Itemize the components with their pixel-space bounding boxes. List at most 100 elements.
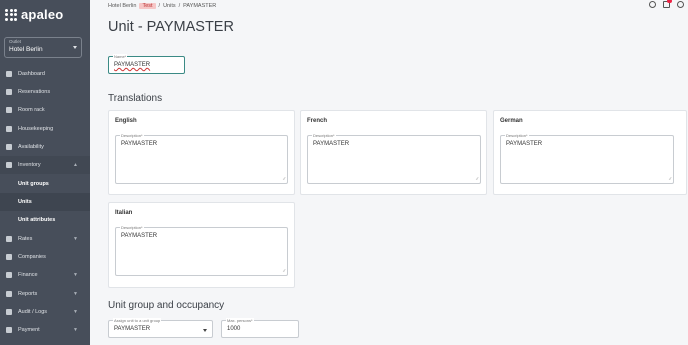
sidebar-item-label: Rates [18, 236, 33, 242]
sidebar-item-label: Unit groups [18, 181, 49, 187]
description-label: Description* [120, 133, 144, 138]
reservations-icon [6, 89, 12, 95]
companies-icon [6, 254, 12, 260]
sidebar-item-label: Audit / Logs [18, 309, 48, 315]
sidebar-item-label: Availability [18, 144, 44, 150]
language-title: French [307, 118, 328, 124]
account-icon[interactable] [677, 1, 684, 8]
availability-icon [6, 144, 12, 150]
breadcrumb-separator: / [178, 3, 181, 9]
sidebar-item-label: Housekeeping [18, 126, 54, 132]
sidebar-item-companies[interactable]: Companies [0, 248, 90, 266]
description-value: PAYMASTER [313, 141, 350, 147]
description-label: Description* [505, 133, 529, 138]
sidebar-item-audit-logs[interactable]: Audit / Logs ▼ [0, 303, 90, 321]
sidebar-item-label: Units [18, 199, 32, 205]
max-persons-field[interactable]: Max. persons* 1000 [221, 318, 299, 338]
logo-icon [5, 8, 17, 21]
breadcrumb-separator: / [158, 3, 161, 9]
sidebar-item-reservations[interactable]: Reservations [0, 83, 90, 101]
top-icons [649, 0, 684, 9]
chevron-down-icon [203, 329, 207, 332]
description-value: PAYMASTER [121, 233, 158, 239]
sidebar-item-label: Finance [18, 272, 38, 278]
outlet-label: Outlet [9, 39, 22, 44]
breadcrumb-current: PAYMASTER [183, 3, 217, 9]
breadcrumb-units[interactable]: Units [163, 3, 176, 9]
sidebar-item-finance[interactable]: Finance ▼ [0, 266, 90, 284]
chevron-up-icon: ▲ [73, 162, 78, 168]
translation-card-french: French Description* PAYMASTER ∕∕ [300, 110, 487, 195]
translation-card-german: German Description* PAYMASTER ∕∕ [493, 110, 687, 195]
description-label: Description* [312, 133, 336, 138]
test-badge: Test [139, 3, 156, 9]
reports-icon [6, 291, 12, 297]
description-label: Description* [120, 225, 144, 230]
sidebar-item-reports[interactable]: Reports ▼ [0, 285, 90, 303]
dashboard-icon [6, 71, 12, 77]
unit-group-label: Assign unit to a unit group [113, 318, 162, 323]
sidebar-item-unit-attributes[interactable]: Unit attributes [0, 211, 90, 229]
resize-handle-icon[interactable]: ∕∕ [670, 176, 671, 181]
name-field-value: PAYMASTER [114, 62, 151, 68]
sidebar-item-label: Reservations [18, 89, 51, 95]
sidebar-item-room-rack[interactable]: Room rack [0, 101, 90, 119]
chevron-down-icon: ▼ [73, 272, 78, 278]
sidebar-item-label: Inventory [18, 162, 41, 168]
housekeeping-icon [6, 126, 12, 132]
description-textarea[interactable]: Description* PAYMASTER ∕∕ [115, 225, 288, 276]
logo-text: apaleo [21, 7, 64, 22]
chevron-down-icon: ▼ [73, 327, 78, 333]
resize-handle-icon[interactable]: ∕∕ [477, 176, 478, 181]
sidebar-item-units[interactable]: Units [0, 193, 90, 211]
sidebar: apaleo Outlet Hotel Berlin Dashboard Res… [0, 0, 90, 345]
unit-group-select[interactable]: Assign unit to a unit group PAYMASTER [108, 318, 213, 338]
description-value: PAYMASTER [506, 141, 543, 147]
breadcrumb-property[interactable]: Hotel Berlin [108, 3, 136, 9]
description-textarea[interactable]: Description* PAYMASTER ∕∕ [500, 133, 674, 184]
chevron-down-icon: ▼ [73, 309, 78, 315]
rates-icon [6, 236, 12, 242]
language-title: German [500, 118, 523, 124]
max-persons-value: 1000 [227, 326, 241, 332]
sidebar-item-rates[interactable]: Rates ▼ [0, 230, 90, 248]
translation-card-english: English Description* PAYMASTER ∕∕ [108, 110, 295, 195]
occupancy-title: Unit group and occupancy [108, 300, 225, 311]
description-textarea[interactable]: Description* PAYMASTER ∕∕ [307, 133, 481, 184]
translation-card-italian: Italian Description* PAYMASTER ∕∕ [108, 202, 295, 288]
chevron-down-icon [73, 46, 77, 49]
help-icon[interactable] [649, 1, 656, 8]
notifications-icon[interactable] [663, 0, 672, 8]
sidebar-item-dashboard[interactable]: Dashboard [0, 65, 90, 83]
description-textarea[interactable]: Description* PAYMASTER ∕∕ [115, 133, 288, 184]
chevron-down-icon: ▼ [73, 236, 78, 242]
app-logo[interactable]: apaleo [5, 7, 63, 22]
sidebar-item-label: Unit attributes [18, 217, 56, 223]
translations-title: Translations [108, 93, 163, 104]
resize-handle-icon[interactable]: ∕∕ [284, 268, 285, 273]
sidebar-item-label: Room rack [18, 107, 45, 113]
name-field[interactable]: Name* PAYMASTER [108, 54, 185, 74]
unit-group-value: PAYMASTER [114, 326, 151, 332]
breadcrumb: Hotel Berlin Test / Units / PAYMASTER [108, 2, 216, 10]
language-title: Italian [115, 210, 133, 216]
resize-handle-icon[interactable]: ∕∕ [284, 176, 285, 181]
sidebar-item-availability[interactable]: Availability [0, 138, 90, 156]
bed-icon [6, 162, 12, 168]
sidebar-item-housekeeping[interactable]: Housekeeping [0, 120, 90, 138]
outlet-value: Hotel Berlin [9, 46, 43, 53]
audit-icon [6, 309, 12, 315]
sidebar-item-payment[interactable]: Payment ▼ [0, 321, 90, 339]
notification-badge [667, 0, 672, 3]
room-rack-icon [6, 107, 12, 113]
sidebar-item-label: Reports [18, 291, 38, 297]
name-field-label: Name* [113, 54, 128, 59]
page-title: Unit - PAYMASTER [108, 19, 234, 35]
language-title: English [115, 118, 137, 124]
sidebar-item-label: Companies [18, 254, 46, 260]
sidebar-item-unit-groups[interactable]: Unit groups [0, 175, 90, 193]
payment-icon [6, 327, 12, 333]
sidebar-item-inventory[interactable]: Inventory ▲ [0, 156, 90, 174]
outlet-select[interactable]: Outlet Hotel Berlin [4, 37, 82, 58]
max-persons-label: Max. persons* [226, 318, 254, 323]
